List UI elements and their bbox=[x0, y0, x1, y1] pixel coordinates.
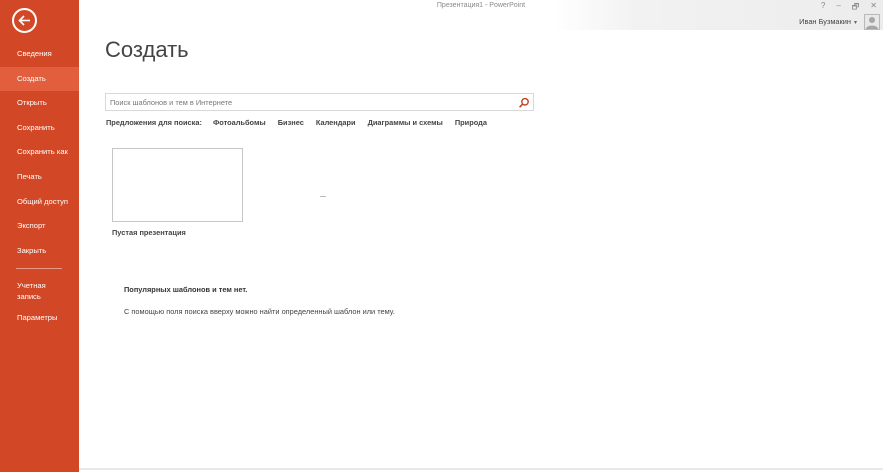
user-avatar-icon[interactable] bbox=[864, 14, 880, 30]
nav-divider bbox=[16, 268, 62, 270]
nav-item-options[interactable]: Параметры bbox=[0, 306, 79, 331]
nav-item-export[interactable]: Экспорт bbox=[0, 214, 79, 239]
nav-item-close[interactable]: Закрыть bbox=[0, 239, 79, 264]
nav-item-new[interactable]: Создать bbox=[0, 66, 79, 92]
suggestion-link[interactable]: Бизнес bbox=[278, 118, 304, 127]
help-icon[interactable]: ? bbox=[821, 1, 825, 15]
template-search-input[interactable] bbox=[110, 94, 510, 110]
magnifier-icon[interactable] bbox=[518, 96, 530, 108]
close-icon[interactable]: ✕ bbox=[870, 1, 877, 15]
nav-item-open[interactable]: Открыть bbox=[0, 91, 79, 116]
restore-icon[interactable]: 🗗 bbox=[852, 1, 860, 15]
bottom-border bbox=[79, 468, 883, 470]
suggestion-link[interactable]: Календари bbox=[316, 118, 356, 127]
backstage-nav: Сведения Создать Открыть Сохранить Сохра… bbox=[0, 42, 79, 331]
search-hint: С помощью поля поиска вверху можно найти… bbox=[124, 307, 395, 316]
window-title: Презентация1 - PowerPoint bbox=[436, 2, 526, 9]
suggestion-link[interactable]: Природа bbox=[455, 118, 487, 127]
suggestion-link[interactable]: Фотоальбомы bbox=[213, 118, 266, 127]
nav-item-info[interactable]: Сведения bbox=[0, 42, 79, 67]
minimize-icon[interactable]: – bbox=[836, 1, 840, 15]
back-arrow-icon[interactable] bbox=[12, 8, 37, 33]
nav-item-account[interactable]: Учетная запись bbox=[0, 277, 57, 306]
search-suggestions: Предложения для поиска: Фотоальбомы Бизн… bbox=[106, 118, 499, 127]
user-menu[interactable]: Иван Бузмакин ▾ bbox=[799, 17, 857, 26]
blank-presentation-thumbnail[interactable] bbox=[112, 148, 243, 222]
template-search-box bbox=[105, 93, 534, 111]
nav-item-save-as[interactable]: Сохранить как bbox=[0, 140, 79, 165]
nav-item-print[interactable]: Печать bbox=[0, 165, 79, 190]
nav-item-save[interactable]: Сохранить bbox=[0, 116, 79, 141]
suggestions-label: Предложения для поиска: bbox=[106, 118, 202, 127]
blank-presentation-label[interactable]: Пустая презентация bbox=[112, 228, 186, 237]
title-bar: Презентация1 - PowerPoint ? – 🗗 ✕ Иван Б… bbox=[79, 0, 883, 32]
page-title: Создать bbox=[105, 37, 189, 62]
window-controls: ? – 🗗 ✕ bbox=[821, 1, 877, 15]
stray-mark bbox=[320, 196, 326, 197]
backstage-sidebar: Сведения Создать Открыть Сохранить Сохра… bbox=[0, 0, 79, 472]
user-name: Иван Бузмакин bbox=[799, 17, 851, 26]
chevron-down-icon: ▾ bbox=[853, 20, 857, 26]
suggestion-link[interactable]: Диаграммы и схемы bbox=[368, 118, 443, 127]
nav-item-share[interactable]: Общий доступ bbox=[0, 190, 79, 215]
popular-templates-empty-title: Популярных шаблонов и тем нет. bbox=[124, 285, 248, 294]
